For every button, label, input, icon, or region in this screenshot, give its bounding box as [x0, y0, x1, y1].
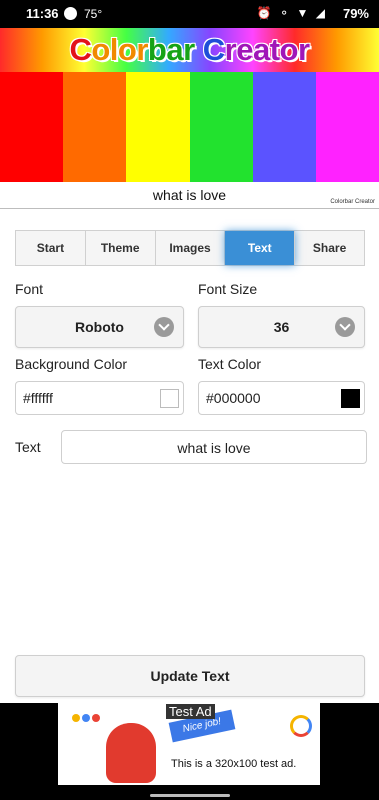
- logo-part: bar: [147, 32, 203, 67]
- app-logo-banner: Colorbar Creator: [0, 28, 379, 72]
- text-color-label: Text Color: [198, 356, 262, 372]
- ad-container: Nice job! Test Ad This is a 320x100 test…: [0, 703, 379, 800]
- color-bar: [252, 72, 316, 182]
- tab-start[interactable]: Start: [16, 231, 86, 265]
- preview-watermark: Colorbar Creator: [330, 199, 375, 205]
- font-label: Font: [15, 281, 44, 297]
- background-color-swatch[interactable]: [160, 389, 179, 408]
- font-size-label: Font Size: [198, 281, 258, 297]
- update-text-button[interactable]: Update Text: [15, 655, 365, 697]
- tab-images[interactable]: Images: [156, 231, 226, 265]
- logo-part: C: [69, 32, 92, 67]
- background-color-label: Background Color: [15, 356, 128, 372]
- color-bar: [63, 72, 127, 182]
- logo-part: olor: [91, 32, 148, 67]
- status-time: 11:36: [26, 6, 59, 21]
- caption-strip: what is love Colorbar Creator: [0, 182, 379, 209]
- text-color-swatch[interactable]: [341, 389, 360, 408]
- test-ad-badge: Test Ad: [166, 704, 215, 719]
- tab-theme[interactable]: Theme: [86, 231, 156, 265]
- ad-mascot-image: [106, 723, 156, 783]
- admob-logo-icon: [290, 715, 312, 737]
- app-notification-icon: [64, 7, 77, 20]
- background-color-value: #ffffff: [23, 390, 53, 406]
- background-color-input[interactable]: #ffffff: [15, 381, 184, 415]
- font-size-select[interactable]: 36: [198, 306, 365, 348]
- preview-caption: what is love: [152, 187, 227, 203]
- banner-ad[interactable]: Nice job! Test Ad This is a 320x100 test…: [58, 703, 320, 785]
- ad-dots-icon: [72, 709, 102, 727]
- text-color-value: #000000: [206, 390, 261, 406]
- colorbar-preview: [0, 72, 379, 182]
- status-bar: 11:36 75° ⏰ ⚬ ▼ ◢ 79%: [0, 0, 379, 28]
- font-select[interactable]: Roboto: [15, 306, 184, 348]
- status-temperature: 75°: [84, 7, 103, 21]
- status-icons: ⏰ ⚬ ▼ ◢: [256, 6, 327, 20]
- color-bar: [189, 72, 253, 182]
- tab-text[interactable]: Text: [225, 231, 296, 265]
- color-bar: [0, 72, 64, 182]
- text-input[interactable]: what is love: [61, 430, 367, 464]
- color-bar: [315, 72, 379, 182]
- color-bar: [126, 72, 190, 182]
- logo-part: reator: [224, 32, 310, 67]
- app-logo-title: Colorbar Creator: [0, 28, 379, 72]
- chevron-down-icon: [154, 317, 174, 337]
- gesture-nav-bar[interactable]: [150, 794, 230, 797]
- text-color-input[interactable]: #000000: [198, 381, 365, 415]
- ad-text: This is a 320x100 test ad.: [171, 758, 297, 770]
- text-label: Text: [15, 439, 41, 455]
- text-input-value: what is love: [177, 440, 251, 456]
- chevron-down-icon: [335, 317, 355, 337]
- logo-part: C: [202, 32, 225, 67]
- tab-bar: Start Theme Images Text Share: [15, 230, 365, 266]
- tab-share[interactable]: Share: [295, 231, 364, 265]
- battery-level: 79%: [342, 6, 369, 21]
